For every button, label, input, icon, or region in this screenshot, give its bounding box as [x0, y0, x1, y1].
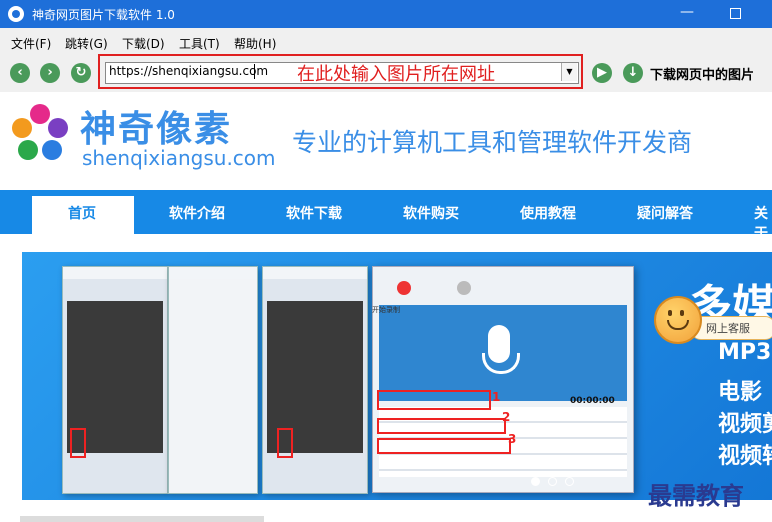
carousel-dot[interactable] [531, 477, 540, 486]
banner-line: 视频剪 [718, 412, 772, 437]
logo-petal-icon [30, 104, 50, 124]
menu-file[interactable]: 文件(F) [11, 35, 51, 52]
nav-intro[interactable]: 软件介绍 [169, 203, 225, 223]
logo-petal-icon [42, 140, 62, 160]
footer-strip [20, 516, 264, 522]
brand-domain: shenqixiangsu.com [82, 146, 276, 170]
customer-service-label[interactable]: 网上客服 [706, 320, 750, 336]
window-title: 神奇网页图片下载软件 1.0 [32, 8, 175, 22]
banner-line: 视频转 [718, 444, 772, 469]
download-icon[interactable]: ↓ [623, 63, 643, 83]
carousel-dot[interactable] [548, 477, 557, 486]
menu-download[interactable]: 下载(D) [122, 35, 165, 52]
menu-tools[interactable]: 工具(T) [179, 35, 220, 52]
audio-recorder-screenshot [372, 266, 634, 493]
nav-faq[interactable]: 疑问解答 [637, 203, 693, 223]
screenshot-thumbnail [62, 266, 168, 494]
maximize-icon [729, 8, 741, 19]
banner-carousel[interactable]: 1 2 3 [22, 252, 772, 500]
site-logo[interactable] [8, 104, 78, 170]
nav-tutorial[interactable]: 使用教程 [520, 203, 576, 223]
menu-help[interactable]: 帮助(H) [234, 35, 276, 52]
banner-line: MP3 [718, 340, 772, 365]
go-icon[interactable]: ▶ [592, 63, 612, 83]
record-label: 开始录制 [372, 306, 400, 314]
screenshot-thumbnail [168, 266, 258, 494]
logo-petal-icon [18, 140, 38, 160]
refresh-icon[interactable]: ↻ [71, 63, 91, 83]
back-icon[interactable]: ‹ [10, 63, 30, 83]
nav-about[interactable]: 关于 [754, 203, 772, 243]
nav-buy[interactable]: 软件购买 [403, 203, 459, 223]
logo-petal-icon [12, 118, 32, 138]
maximize-button[interactable] [718, 2, 752, 24]
screenshot-thumbnail [262, 266, 368, 494]
watermark-text: 最需教育 [648, 481, 744, 510]
site-slogan: 专业的计算机工具和管理软件开发商 [292, 128, 693, 157]
menu-goto[interactable]: 跳转(G) [65, 35, 108, 52]
menu-bar [0, 28, 772, 54]
record-icon [397, 281, 411, 295]
nav-home[interactable]: 首页 [68, 203, 96, 223]
nav-download[interactable]: 软件下载 [286, 203, 342, 223]
app-icon [8, 6, 24, 22]
forward-icon[interactable]: › [40, 63, 60, 83]
carousel-dot[interactable] [565, 477, 574, 486]
stop-icon [457, 281, 471, 295]
download-images-button[interactable]: 下载网页中的图片 [650, 64, 754, 83]
banner-line: 电影 [718, 380, 763, 405]
minimize-button[interactable]: — [670, 2, 704, 24]
brand-name: 神奇像素 [80, 109, 233, 150]
record-timer: 00:00:00 [570, 396, 615, 406]
logo-petal-icon [48, 118, 68, 138]
annotation-text: 在此处输入图片所在网址 [297, 64, 495, 85]
